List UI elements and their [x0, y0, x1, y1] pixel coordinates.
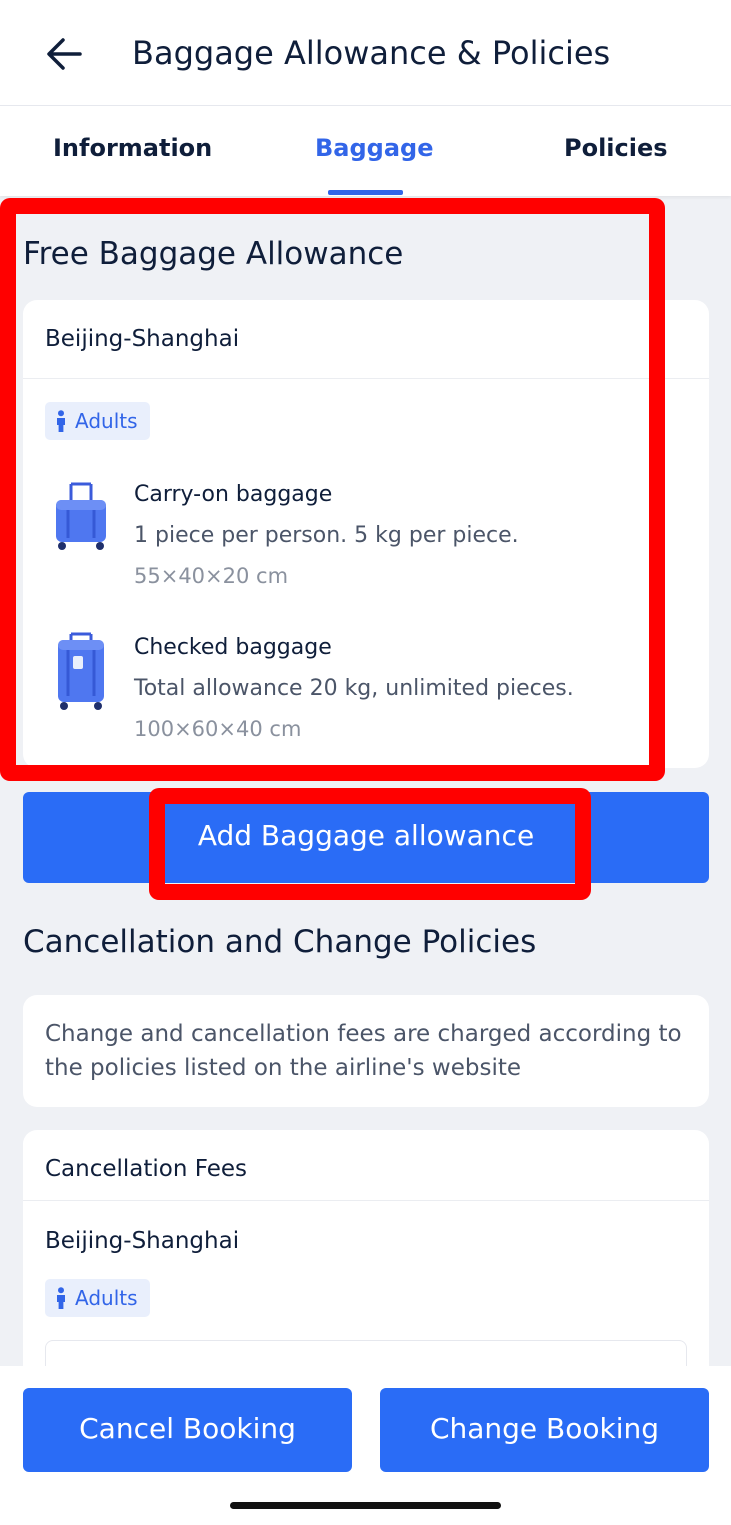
cancel-booking-label: Cancel Booking [79, 1412, 296, 1445]
arrow-left-icon [47, 38, 82, 70]
checked-description: Total allowance 20 kg, unlimited pieces. [134, 676, 574, 701]
divider [23, 378, 709, 379]
carry-on-dimensions: 55×40×20 cm [134, 564, 289, 588]
baggage-route: Beijing-Shanghai [45, 326, 240, 352]
passenger-type-badge: Adults [45, 402, 150, 440]
baggage-section-title: Free Baggage Allowance [23, 236, 404, 272]
tab-policies[interactable]: Policies [564, 134, 668, 162]
back-button[interactable] [40, 30, 88, 78]
carry-on-suitcase-icon [56, 482, 106, 550]
add-baggage-button[interactable]: Add Baggage allowance [23, 792, 709, 883]
checked-title: Checked baggage [134, 635, 332, 660]
passenger-type-label: Adults [75, 1286, 138, 1310]
cancellation-fees-title: Cancellation Fees [45, 1156, 248, 1182]
divider [23, 1200, 709, 1201]
policy-notice-text: Change and cancellation fees are charged… [45, 1021, 682, 1081]
passenger-type-label: Adults [75, 409, 138, 433]
cancellation-route: Beijing-Shanghai [45, 1228, 240, 1254]
change-booking-button[interactable]: Change Booking [380, 1388, 709, 1472]
passenger-type-badge: Adults [45, 1279, 150, 1317]
cancellation-fees-card: Cancellation Fees Beijing-Shanghai Adult… [23, 1130, 709, 1400]
person-icon [57, 410, 65, 432]
tab-bar: Information Baggage Policies [0, 106, 731, 196]
tab-information[interactable]: Information [53, 134, 212, 162]
checked-dimensions: 100×60×40 cm [134, 717, 302, 741]
tab-baggage[interactable]: Baggage [315, 134, 434, 162]
cancel-booking-button[interactable]: Cancel Booking [23, 1388, 352, 1472]
checked-suitcase-icon [58, 632, 104, 710]
change-booking-label: Change Booking [429, 1412, 660, 1445]
page-title: Baggage Allowance & Policies [132, 34, 611, 72]
policies-section-title: Cancellation and Change Policies [23, 924, 537, 960]
carry-on-title: Carry-on baggage [134, 482, 333, 507]
person-icon [57, 1287, 65, 1309]
active-tab-indicator [328, 190, 403, 195]
top-header: Baggage Allowance & Policies [0, 0, 731, 106]
baggage-card: Beijing-Shanghai Adults Carry-on baggage… [23, 300, 709, 768]
home-indicator[interactable] [230, 1502, 501, 1509]
policy-notice-card: Change and cancellation fees are charged… [23, 995, 709, 1107]
carry-on-description: 1 piece per person. 5 kg per piece. [134, 523, 519, 548]
add-baggage-label: Add Baggage allowance [197, 819, 535, 852]
bottom-action-bar: Cancel Booking Change Booking [0, 1366, 731, 1525]
